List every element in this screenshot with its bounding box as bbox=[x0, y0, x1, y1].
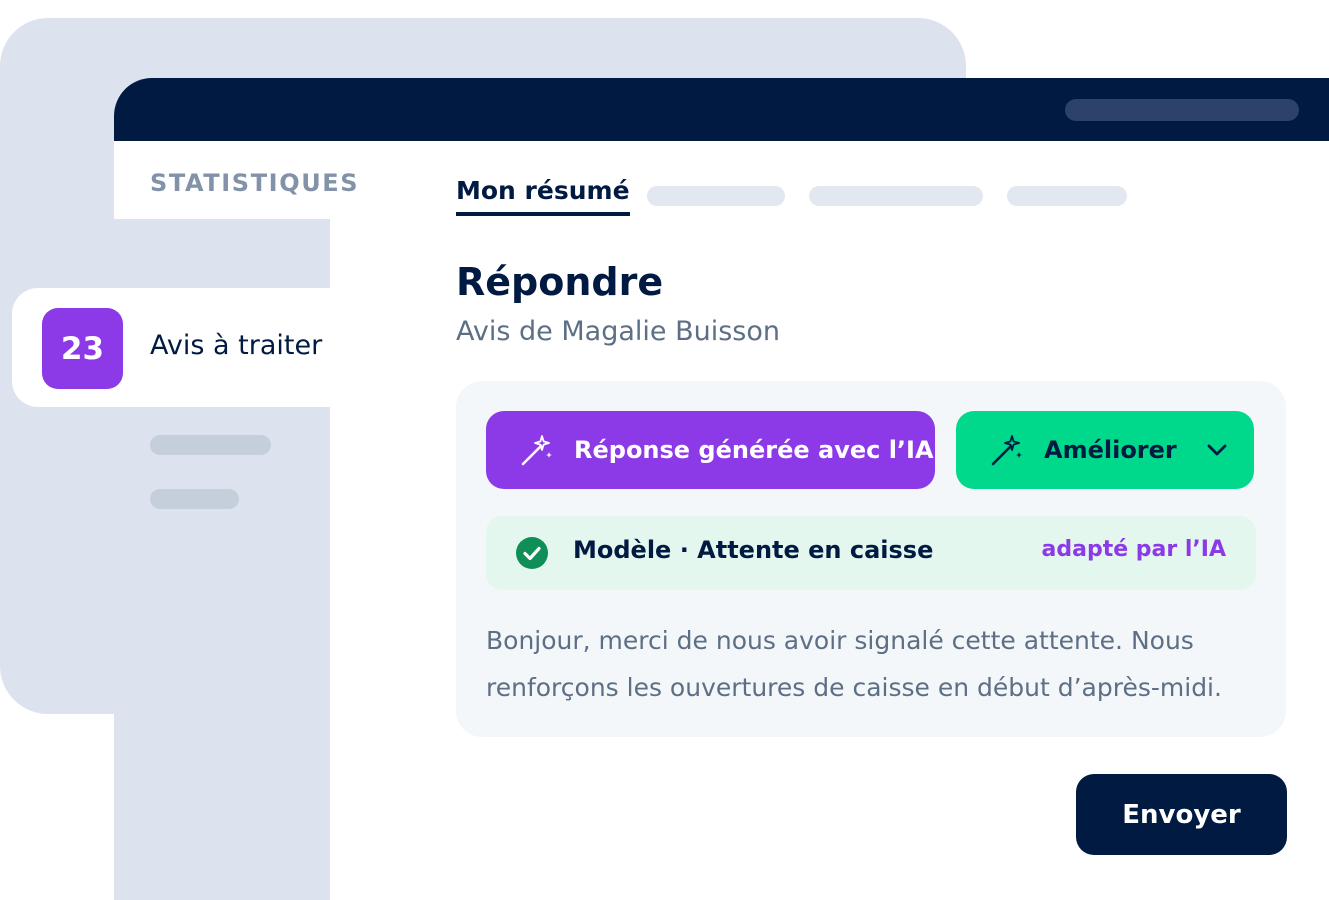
sidebar-item-placeholder[interactable] bbox=[150, 489, 239, 509]
reply-card: Réponse générée avec l’IA Améliorer Modè… bbox=[456, 381, 1286, 737]
sidebar-item-label: Avis à traiter bbox=[150, 330, 323, 361]
send-button[interactable]: Envoyer bbox=[1076, 774, 1287, 855]
reply-text[interactable]: Bonjour, merci de nous avoir signalé cet… bbox=[486, 617, 1256, 711]
sidebar-section-title: STATISTIQUES bbox=[150, 169, 360, 197]
app-window: STATISTIQUES Mon résumé Répondre Avis de… bbox=[114, 78, 1329, 900]
improve-label: Améliorer bbox=[1044, 436, 1177, 464]
chevron-down-icon bbox=[1207, 444, 1227, 456]
sidebar: STATISTIQUES bbox=[114, 141, 358, 900]
template-row[interactable]: Modèle · Attente en caisse adapté par l’… bbox=[486, 516, 1256, 590]
sidebar-item-placeholder[interactable] bbox=[150, 435, 271, 455]
topbar-search-placeholder[interactable] bbox=[1065, 99, 1299, 121]
tab-mon-resume[interactable]: Mon résumé bbox=[456, 176, 630, 216]
ai-adapted-tag: adapté par l’IA bbox=[1041, 537, 1227, 562]
tab-placeholder[interactable] bbox=[809, 186, 983, 206]
sidebar-header: STATISTIQUES bbox=[114, 141, 358, 219]
ai-response-button[interactable]: Réponse générée avec l’IA bbox=[486, 411, 935, 489]
tab-placeholder[interactable] bbox=[647, 186, 785, 206]
sidebar-item-reviews[interactable]: 23 Avis à traiter bbox=[12, 288, 330, 407]
review-author: Avis de Magalie Buisson bbox=[456, 316, 780, 347]
improve-button[interactable]: Améliorer bbox=[956, 411, 1254, 489]
template-label: Modèle · Attente en caisse bbox=[573, 536, 934, 564]
review-count-badge: 23 bbox=[42, 308, 123, 389]
magic-wand-icon bbox=[521, 435, 552, 466]
ai-response-label: Réponse générée avec l’IA bbox=[574, 436, 934, 464]
top-bar bbox=[114, 78, 1329, 141]
page-title: Répondre bbox=[456, 260, 664, 304]
magic-wand-icon bbox=[991, 435, 1022, 466]
tab-placeholder[interactable] bbox=[1007, 186, 1127, 206]
check-circle-icon bbox=[516, 537, 548, 569]
